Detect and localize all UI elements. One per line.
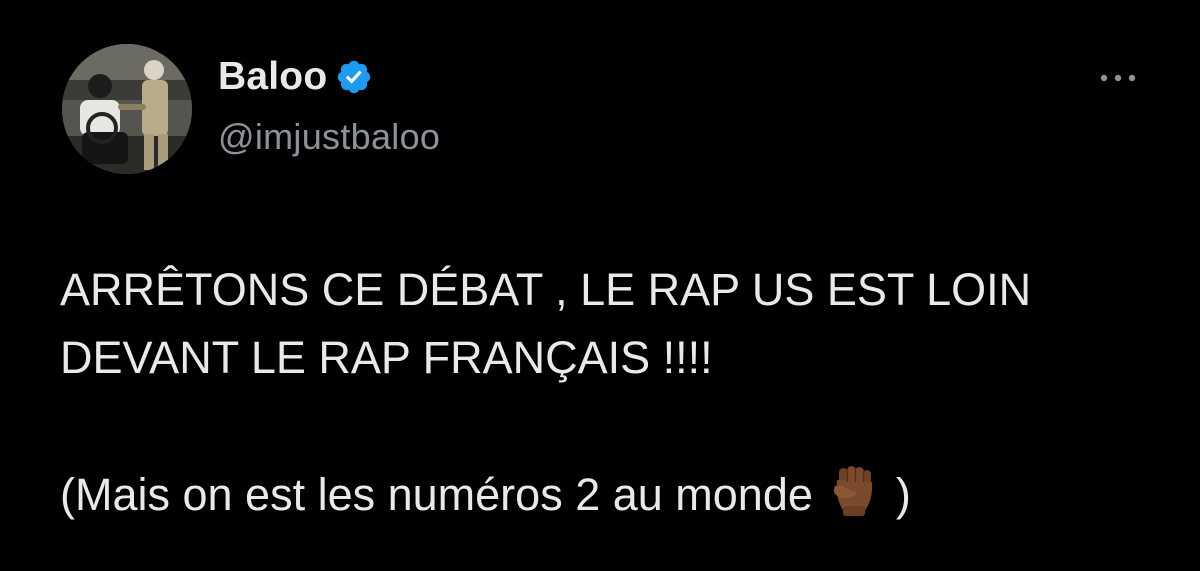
author-name-row: Baloo <box>218 52 440 102</box>
tweet-text-line-2: DEVANT LE RAP FRANÇAIS !!!! <box>60 332 713 383</box>
raised-fist-emoji-icon <box>825 460 883 518</box>
author-info: Baloo @imjustbaloo <box>218 52 440 158</box>
tweet-text: ARRÊTONS CE DÉBAT , LE RAP US EST LOIN D… <box>60 256 1160 529</box>
more-options-button[interactable] <box>1098 66 1138 90</box>
author-display-name[interactable]: Baloo <box>218 55 327 99</box>
avatar-photo <box>62 44 192 174</box>
tweet-text-blank-line <box>60 392 1160 460</box>
tweet-text-line-3-end: ) <box>883 469 911 520</box>
verified-badge-icon <box>335 58 373 96</box>
ellipsis-icon <box>1100 74 1136 82</box>
tweet-text-line-3-start: (Mais on est les numéros 2 au monde <box>60 469 826 520</box>
tweet-text-line-3: (Mais on est les numéros 2 au monde) <box>60 460 1160 529</box>
author-avatar[interactable] <box>62 44 192 174</box>
tweet-card: Baloo @imjustbaloo ARRÊTONS CE DÉBAT , L… <box>0 0 1200 571</box>
tweet-text-line-1: ARRÊTONS CE DÉBAT , LE RAP US EST LOIN <box>60 264 1032 315</box>
author-handle[interactable]: @imjustbaloo <box>218 116 440 158</box>
